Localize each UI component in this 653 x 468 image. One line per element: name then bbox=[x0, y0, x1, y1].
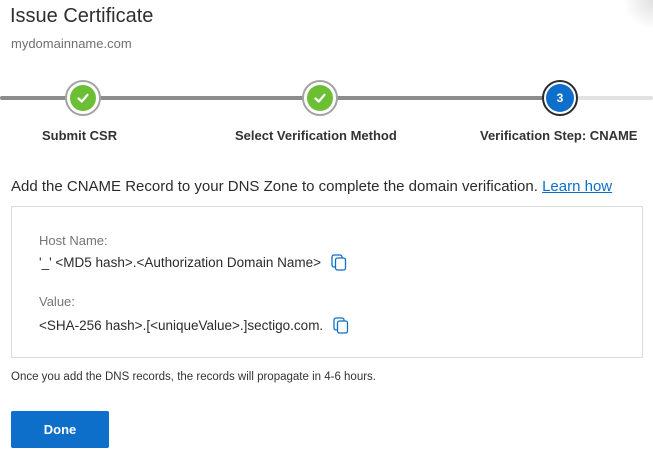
check-icon bbox=[314, 93, 326, 103]
step-2-label: Select Verification Method bbox=[235, 128, 397, 143]
value-label: Value: bbox=[39, 294, 75, 309]
cname-instruction: Add the CNAME Record to your DNS Zone to… bbox=[11, 178, 612, 195]
done-button[interactable]: Done bbox=[11, 411, 109, 448]
instruction-text: Add the CNAME Record to your DNS Zone to… bbox=[11, 178, 543, 195]
learn-how-link[interactable]: Learn how bbox=[542, 178, 612, 195]
step-3-label: Verification Step: CNAME bbox=[480, 128, 638, 143]
step-1-indicator bbox=[65, 80, 101, 116]
domain-name: mydomainname.com bbox=[11, 36, 132, 51]
host-name-value: '_' <MD5 hash>.<Authorization Domain Nam… bbox=[39, 255, 322, 270]
propagation-note: Once you add the DNS records, the record… bbox=[11, 371, 376, 383]
page-title: Issue Certificate bbox=[10, 5, 154, 27]
host-name-label: Host Name: bbox=[39, 233, 108, 248]
step-2-indicator bbox=[302, 80, 338, 116]
copy-icon[interactable] bbox=[333, 317, 349, 334]
step-1-label: Submit CSR bbox=[42, 128, 118, 143]
issue-certificate-page: Issue Certificate mydomainname.com 3 Sub… bbox=[0, 0, 653, 468]
check-icon bbox=[77, 93, 89, 103]
step-3-indicator: 3 bbox=[542, 80, 578, 116]
cname-value: <SHA-256 hash>.[<uniqueValue>.]sectigo.c… bbox=[39, 318, 324, 333]
host-name-row: '_' <MD5 hash>.<Authorization Domain Nam… bbox=[39, 254, 347, 271]
copy-icon[interactable] bbox=[331, 254, 347, 271]
corner-shadow bbox=[623, 0, 653, 30]
cname-record-panel: Host Name: '_' <MD5 hash>.<Authorization… bbox=[11, 206, 643, 358]
step-3-number: 3 bbox=[546, 84, 574, 112]
value-row: <SHA-256 hash>.[<uniqueValue>.]sectigo.c… bbox=[39, 317, 349, 334]
